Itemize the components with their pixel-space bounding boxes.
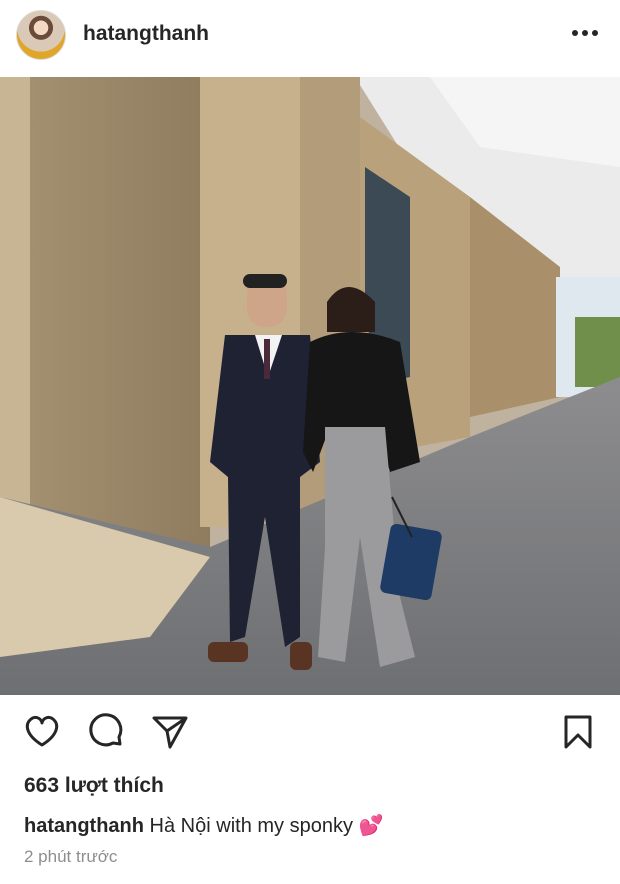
- hearts-emoji: 💕: [358, 815, 384, 837]
- send-icon[interactable]: [150, 712, 190, 752]
- avatar[interactable]: [16, 10, 66, 60]
- post-username[interactable]: hatangthanh: [83, 22, 209, 46]
- caption-username[interactable]: hatangthanh: [24, 815, 144, 837]
- post-photo[interactable]: [0, 77, 620, 695]
- post-actions: [0, 712, 620, 760]
- post-caption: hatangthanh Hà Nội with my sponky 💕: [24, 813, 383, 838]
- post-photo-image: [0, 77, 620, 695]
- more-options-icon[interactable]: [572, 30, 598, 38]
- caption-text: Hà Nội with my sponky: [144, 815, 359, 837]
- heart-icon[interactable]: [22, 712, 62, 752]
- like-count[interactable]: 663 lượt thích: [24, 774, 164, 798]
- post-header: hatangthanh: [0, 0, 620, 72]
- post-timestamp: 2 phút trước: [24, 847, 118, 866]
- comment-icon[interactable]: [86, 712, 126, 752]
- bookmark-icon[interactable]: [558, 712, 598, 752]
